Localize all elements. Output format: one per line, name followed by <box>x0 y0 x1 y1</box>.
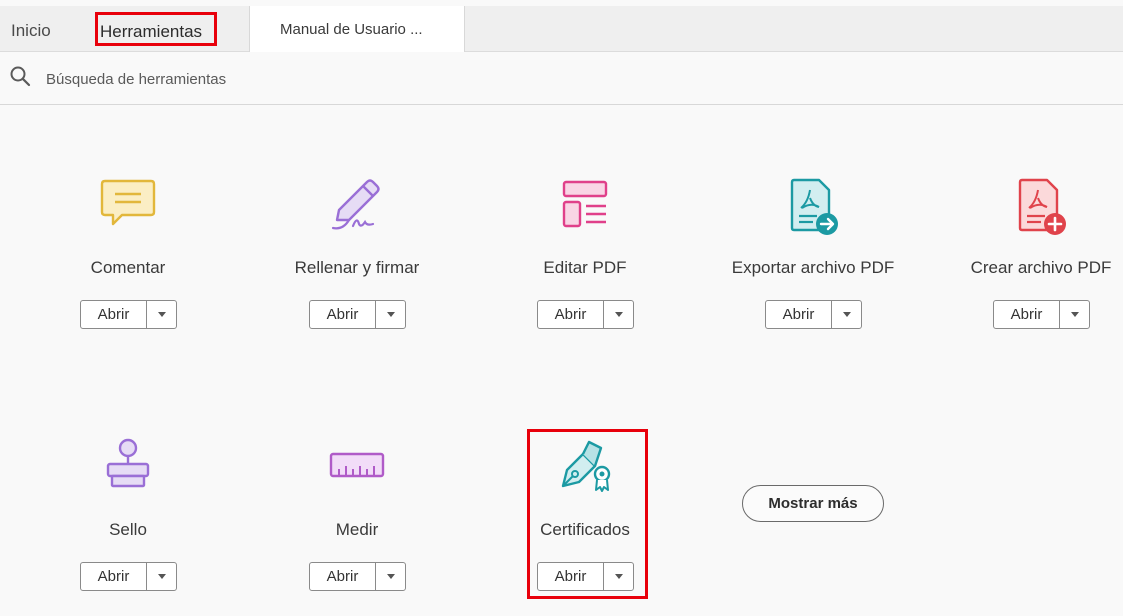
tool-label: Sello <box>109 520 147 539</box>
tool-exportar-pdf: Exportar archivo PDF Abrir <box>713 176 913 346</box>
tool-label: Comentar <box>90 258 166 277</box>
open-split-button: Abrir <box>765 300 862 329</box>
highlight-box <box>527 429 648 599</box>
open-dropdown[interactable] <box>1060 301 1089 328</box>
open-button[interactable]: Abrir <box>310 563 376 590</box>
open-button[interactable]: Abrir <box>310 301 376 328</box>
chevron-down-icon <box>157 312 166 317</box>
chevron-down-icon <box>614 312 623 317</box>
open-split-button: Abrir <box>537 300 634 329</box>
tool-rellenar-firmar: Rellenar y firmar Abrir <box>257 176 457 346</box>
open-split-button: Abrir <box>309 562 406 591</box>
search-icon <box>10 66 31 87</box>
chevron-down-icon <box>1070 312 1079 317</box>
open-dropdown[interactable] <box>604 301 633 328</box>
open-split-button: Abrir <box>80 562 177 591</box>
tool-label: Rellenar y firmar <box>294 258 420 277</box>
tool-medir: Medir Abrir <box>257 436 457 606</box>
chevron-down-icon <box>157 574 166 579</box>
tab-bar: Inicio Herramientas Manual de Usuario ..… <box>0 6 1123 52</box>
tool-editar-pdf: Editar PDF Abrir <box>485 176 685 346</box>
open-dropdown[interactable] <box>832 301 861 328</box>
open-button[interactable]: Abrir <box>538 301 604 328</box>
export-pdf-icon[interactable] <box>781 176 845 240</box>
chevron-down-icon <box>842 312 851 317</box>
open-button[interactable]: Abrir <box>766 301 832 328</box>
open-split-button: Abrir <box>993 300 1090 329</box>
tool-label: Medir <box>335 520 379 539</box>
tab-home[interactable]: Inicio <box>11 21 51 41</box>
tool-crear-pdf: Crear archivo PDF Abrir <box>941 176 1123 346</box>
tool-comentar: Comentar Abrir <box>28 176 228 346</box>
open-split-button: Abrir <box>309 300 406 329</box>
fill-sign-icon[interactable] <box>325 176 389 240</box>
edit-pdf-icon[interactable] <box>553 176 617 240</box>
tool-search-bar <box>0 52 1123 105</box>
show-more-button[interactable]: Mostrar más <box>742 485 884 522</box>
stamp-icon[interactable] <box>96 436 160 500</box>
open-button[interactable]: Abrir <box>994 301 1060 328</box>
tool-sello: Sello Abrir <box>28 436 228 606</box>
open-dropdown[interactable] <box>376 301 405 328</box>
open-dropdown[interactable] <box>147 563 176 590</box>
open-split-button: Abrir <box>80 300 177 329</box>
open-button[interactable]: Abrir <box>81 301 147 328</box>
tool-label: Exportar archivo PDF <box>731 258 895 277</box>
open-dropdown[interactable] <box>147 301 176 328</box>
tool-label: Crear archivo PDF <box>970 258 1112 277</box>
tab-document[interactable]: Manual de Usuario ... <box>249 6 465 52</box>
open-button[interactable]: Abrir <box>81 563 147 590</box>
ruler-icon[interactable] <box>325 436 389 500</box>
search-input[interactable] <box>46 68 446 90</box>
tab-tools[interactable]: Herramientas <box>95 12 217 46</box>
tool-label: Editar PDF <box>543 258 627 277</box>
chevron-down-icon <box>386 312 395 317</box>
comment-icon[interactable] <box>96 176 160 240</box>
chevron-down-icon <box>386 574 395 579</box>
create-pdf-icon[interactable] <box>1009 176 1073 240</box>
open-dropdown[interactable] <box>376 563 405 590</box>
